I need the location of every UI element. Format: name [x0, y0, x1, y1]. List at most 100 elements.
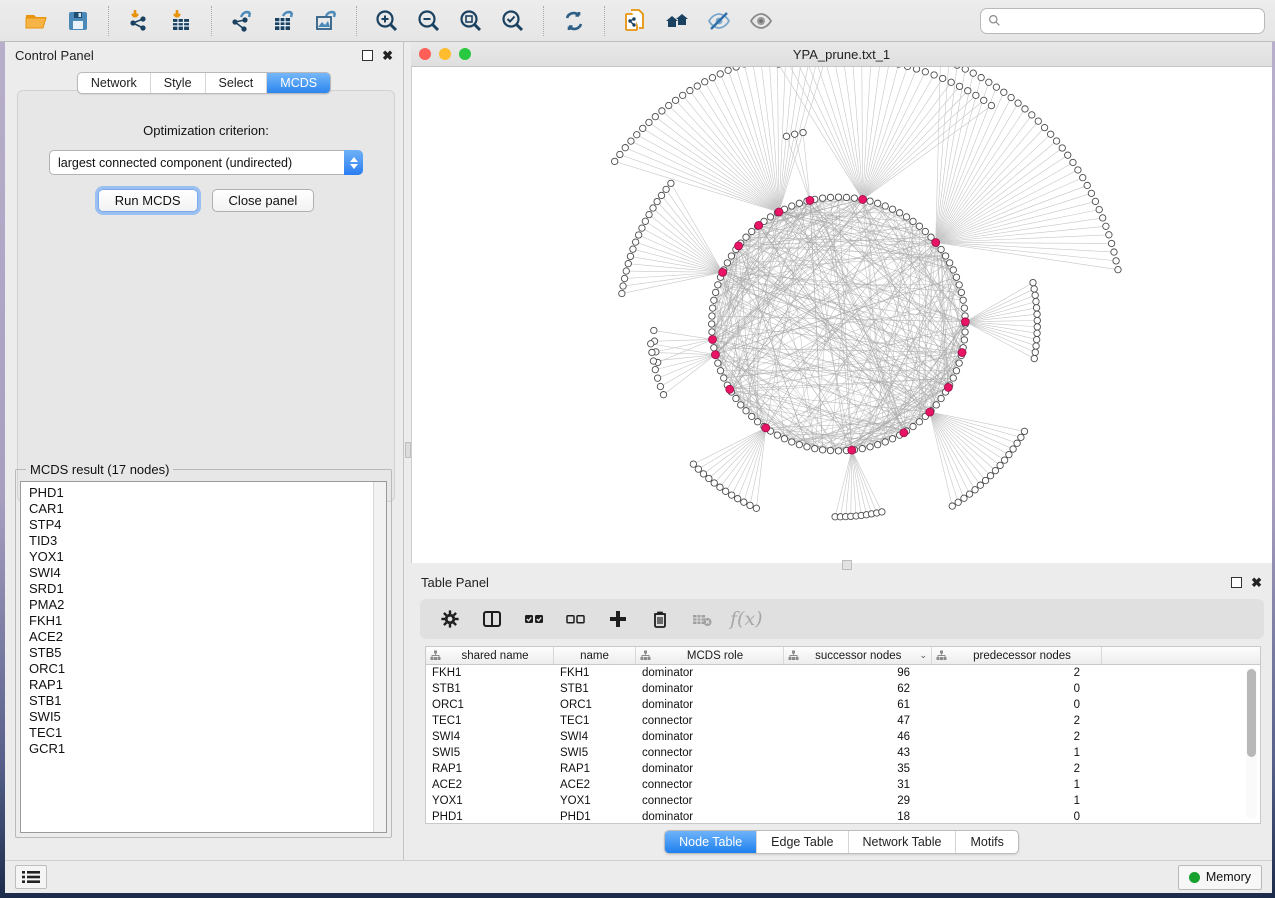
clear-selection-checkbox-button[interactable] — [562, 605, 590, 633]
zoom-in-button[interactable] — [369, 5, 405, 37]
import-network-button[interactable] — [121, 5, 157, 37]
duplicate-network-button[interactable] — [617, 5, 653, 37]
add-column-button[interactable] — [604, 605, 632, 633]
split-panel-button[interactable] — [478, 605, 506, 633]
mcds-result-item[interactable]: ACE2 — [29, 629, 386, 645]
mcds-result-list[interactable]: PHD1CAR1STP4TID3YOX1SWI4SRD1PMA2FKH1ACE2… — [20, 481, 387, 833]
import-table-button[interactable] — [163, 5, 199, 37]
mcds-result-item[interactable]: SWI4 — [29, 565, 386, 581]
table-row[interactable]: ACE2ACE2connector311 — [426, 777, 1260, 793]
sort-desc-icon: ⌄ — [919, 650, 927, 661]
zoom-selected-icon — [500, 8, 526, 34]
table-row[interactable]: SWI5SWI5connector431 — [426, 745, 1260, 761]
table-row[interactable]: PHD1PHD1dominator180 — [426, 809, 1260, 825]
tab-edge-table[interactable]: Edge Table — [756, 831, 847, 853]
column-header-successor-nodes[interactable]: successor nodes⌄ — [784, 647, 932, 664]
table-row[interactable]: ORC1ORC1dominator610 — [426, 697, 1260, 713]
mcds-result-item[interactable]: CAR1 — [29, 501, 386, 517]
criterion-select[interactable]: largest connected component (undirected) — [49, 150, 363, 175]
network-graph[interactable] — [412, 67, 1272, 563]
column-header-shared-name[interactable]: shared name — [426, 647, 554, 664]
memory-label: Memory — [1206, 870, 1251, 884]
network-window-title: YPA_prune.txt_1 — [411, 47, 1272, 62]
select-stepper-icon — [344, 150, 363, 175]
mcds-result-item[interactable]: PMA2 — [29, 597, 386, 613]
zoom-fit-icon — [458, 8, 484, 34]
mcds-result-item[interactable]: STB1 — [29, 693, 386, 709]
table-row[interactable]: YOX1YOX1connector291 — [426, 793, 1260, 809]
zoom-selected-button[interactable] — [495, 5, 531, 37]
mcds-result-item[interactable]: YOX1 — [29, 549, 386, 565]
export-table-button[interactable] — [266, 5, 302, 37]
zoom-out-button[interactable] — [411, 5, 447, 37]
column-header-name[interactable]: name — [554, 647, 636, 664]
criterion-selected-value: largest connected component (undirected) — [50, 156, 344, 170]
node-table[interactable]: shared namenameMCDS rolesuccessor nodes⌄… — [425, 646, 1261, 824]
tab-select[interactable]: Select — [205, 73, 267, 93]
column-header-MCDS-role[interactable]: MCDS role — [636, 647, 784, 664]
mcds-result-item[interactable]: PHD1 — [29, 485, 386, 501]
table-close-panel-icon[interactable]: ✖ — [1251, 577, 1262, 588]
open-file-button[interactable] — [18, 5, 54, 37]
export-image-button[interactable] — [308, 5, 344, 37]
select-all-checkbox-button[interactable] — [520, 605, 548, 633]
network-window-titlebar[interactable]: YPA_prune.txt_1 — [411, 42, 1272, 67]
mcds-result-fieldset: MCDS result (17 nodes) PHD1CAR1STP4TID3Y… — [15, 462, 392, 838]
search-input[interactable] — [1006, 14, 1257, 28]
mcds-result-item[interactable]: SRD1 — [29, 581, 386, 597]
mcds-result-item[interactable]: STB5 — [29, 645, 386, 661]
export-network-button[interactable] — [224, 5, 260, 37]
table-scrollbar-thumb[interactable] — [1247, 669, 1256, 757]
memory-button[interactable]: Memory — [1178, 865, 1262, 890]
mcds-result-item[interactable]: SWI5 — [29, 709, 386, 725]
mcds-result-item[interactable]: TID3 — [29, 533, 386, 549]
table-row[interactable]: RAP1RAP1dominator352 — [426, 761, 1260, 777]
split-panel-icon — [482, 609, 502, 629]
vertical-splitter[interactable] — [403, 42, 411, 860]
table-row[interactable]: TEC1TEC1connector472 — [426, 713, 1260, 729]
first-neighbors-button[interactable] — [659, 5, 695, 37]
status-bar: Memory — [5, 860, 1272, 893]
show-panels-button[interactable] — [15, 865, 47, 889]
tab-mcds[interactable]: MCDS — [266, 73, 330, 93]
table-float-panel-icon[interactable] — [1231, 577, 1242, 588]
tab-network-table[interactable]: Network Table — [848, 831, 956, 853]
tab-network[interactable]: Network — [78, 73, 150, 93]
mcds-result-item[interactable]: STP4 — [29, 517, 386, 533]
main-toolbar — [0, 0, 1275, 42]
run-mcds-button[interactable]: Run MCDS — [98, 189, 198, 212]
column-header-predecessor-nodes[interactable]: predecessor nodes — [932, 647, 1102, 664]
hide-selected-button[interactable] — [701, 5, 737, 37]
save-session-button[interactable] — [60, 5, 96, 37]
delete-column-button[interactable] — [646, 605, 674, 633]
gear-icon — [440, 609, 460, 629]
show-all-button[interactable] — [743, 5, 779, 37]
close-panel-button[interactable]: Close panel — [212, 189, 315, 212]
network-view[interactable] — [411, 67, 1272, 563]
tab-motifs[interactable]: Motifs — [955, 831, 1017, 853]
main-content: Control Panel ✖ NetworkStyleSelectMCDS O… — [5, 42, 1272, 860]
table-row[interactable]: SWI4SWI4dominator462 — [426, 729, 1260, 745]
search-box[interactable] — [980, 8, 1265, 34]
table-row[interactable]: STB1STB1dominator620 — [426, 681, 1260, 697]
add-column-icon — [608, 609, 628, 629]
table-scrollbar[interactable] — [1246, 667, 1257, 819]
zoom-fit-button[interactable] — [453, 5, 489, 37]
table-row[interactable]: FKH1FKH1dominator962 — [426, 665, 1260, 681]
tab-node-table[interactable]: Node Table — [665, 831, 756, 853]
export-table-icon — [271, 8, 297, 34]
mcds-result-item[interactable]: TEC1 — [29, 725, 386, 741]
gear-button[interactable] — [436, 605, 464, 633]
import-network-icon — [126, 8, 152, 34]
mcds-result-item[interactable]: RAP1 — [29, 677, 386, 693]
mcds-result-item[interactable]: FKH1 — [29, 613, 386, 629]
optimization-criterion-label: Optimization criterion: — [18, 123, 394, 138]
mcds-result-item[interactable]: ORC1 — [29, 661, 386, 677]
float-panel-icon[interactable] — [362, 50, 373, 61]
mcds-list-scrollbar[interactable] — [373, 482, 386, 832]
refresh-layout-button[interactable] — [556, 5, 592, 37]
mcds-result-item[interactable]: GCR1 — [29, 741, 386, 757]
tab-style[interactable]: Style — [150, 73, 205, 93]
mcds-result-title: MCDS result (17 nodes) — [26, 462, 173, 477]
close-panel-icon[interactable]: ✖ — [382, 50, 393, 61]
